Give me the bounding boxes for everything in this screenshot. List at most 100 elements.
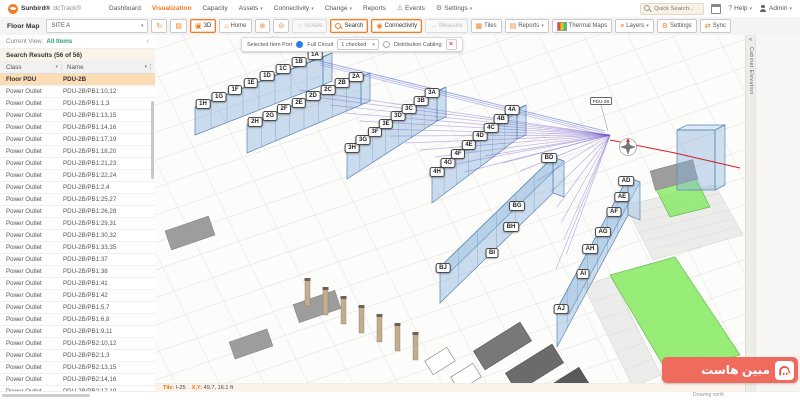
user-menu[interactable]: Admin ▾ — [759, 4, 792, 13]
nav-item-settings[interactable]: ⚙ Settings ▾ — [436, 5, 472, 12]
isolate-button[interactable]: ◇ Isolate — [292, 19, 328, 33]
rack-label-aj[interactable]: AJ — [553, 304, 569, 314]
collapse-sidebar-icon[interactable]: ‹ — [147, 38, 149, 45]
rack-label-2f[interactable]: 2F — [276, 104, 292, 114]
refresh-button[interactable]: ↻ — [151, 19, 168, 33]
nav-item-change[interactable]: Change ▾ — [325, 5, 352, 12]
nav-item-assets[interactable]: Assets ▾ — [239, 5, 263, 12]
quick-search-input[interactable] — [652, 4, 701, 13]
rack-label-4e[interactable]: 4E — [461, 140, 477, 150]
rack-label-2d[interactable]: 2D — [305, 91, 321, 101]
brand[interactable]: Sunbird® dcTrack® — [0, 3, 91, 14]
rack-label-4a[interactable]: 4A — [504, 105, 520, 115]
rack-label-ae[interactable]: AE — [614, 192, 630, 202]
table-row[interactable]: Power Outlet PDU-2B/PB1:18,20 — [0, 146, 155, 158]
rack-label-ai[interactable]: AI — [576, 269, 590, 279]
table-row[interactable]: Power Outlet PDU-2B/PB1:2,4 — [0, 182, 155, 194]
table-row[interactable]: Power Outlet PDU-2B/PB1:14,16 — [0, 122, 155, 134]
filter-caret-icon[interactable]: ▾ — [55, 64, 58, 71]
rack-label-4h[interactable]: 4H — [429, 167, 445, 177]
expand-panel-icon[interactable]: « — [746, 37, 755, 43]
full-circuit-radio[interactable] — [296, 41, 304, 48]
rack-label-bd[interactable]: BD — [541, 153, 557, 163]
help-menu[interactable]: ? Help ▾ — [728, 5, 752, 12]
table-row[interactable]: Power Outlet PDU-2B/PB2:14,16 — [0, 374, 155, 386]
column-class[interactable]: Class ▾ — [0, 64, 62, 71]
table-row[interactable]: Power Outlet PDU-2B/PB1:41 — [0, 278, 155, 290]
sync-button[interactable]: ⇄ Sync — [699, 19, 731, 33]
rack-label-ad[interactable]: AD — [618, 176, 634, 186]
nav-item-visualization[interactable]: Visualization — [152, 5, 192, 12]
table-row[interactable]: Power Outlet PDU-2B/PB1:9,11 — [0, 326, 155, 338]
rack-label-1b[interactable]: 1B — [291, 57, 307, 67]
table-row[interactable]: Power Outlet PDU-2B/PB1:33,35 — [0, 242, 155, 254]
home-button[interactable]: ⌂ Home — [219, 19, 252, 33]
layers-button[interactable]: ≡ Layers ▾ — [615, 19, 654, 33]
close-icon[interactable]: × — [445, 39, 457, 50]
thermal-maps-button[interactable]: Thermal Maps — [551, 19, 613, 33]
column-name[interactable]: Name ▾ — [62, 64, 155, 71]
table-row[interactable]: Power Outlet PDU-2B/PB1:10,12 — [0, 86, 155, 98]
table-row[interactable]: Power Outlet PDU-2B/PB1:42 — [0, 290, 155, 302]
table-row[interactable]: Power Outlet PDU-2B/PB1:22,24 — [0, 170, 155, 182]
site-selector[interactable]: SITE A ▾ — [46, 19, 149, 33]
rack-label-4b[interactable]: 4B — [493, 114, 509, 124]
quick-search[interactable] — [640, 2, 705, 15]
nav-item-dashboard[interactable]: Dashboard — [109, 5, 141, 12]
rack-label-4c[interactable]: 4C — [483, 123, 499, 133]
table-row[interactable]: Power Outlet PDU-2B/PB1:21,23 — [0, 158, 155, 170]
rack-label-2c[interactable]: 2C — [320, 85, 336, 95]
rack-label-1g[interactable]: 1G — [211, 92, 227, 102]
sidebar-horizontal-scrollbar[interactable] — [2, 394, 90, 397]
nav-item-reports[interactable]: Reports — [363, 5, 386, 12]
nav-item-capacity[interactable]: Capacity — [202, 5, 227, 12]
floor-map-canvas[interactable]: 1H 1G 1F 1E 1D 1C 1B 1A 2H 2G 2F 2E 2D 2C 2B 2A 3H 3G 3F 3E… — [155, 35, 745, 392]
cabinet-elevation-tab[interactable]: « Cabinet Elevation — [745, 35, 756, 392]
nav-item-events[interactable]: ⚠ Events — [397, 5, 425, 12]
rack-label-bg[interactable]: BG — [509, 201, 525, 211]
rack-label-bj[interactable]: BJ — [435, 263, 451, 273]
rack-label-4f[interactable]: 4F — [450, 149, 466, 159]
rack-label-3a[interactable]: 3A — [424, 88, 440, 98]
rack-label-2e[interactable]: 2E — [291, 98, 307, 108]
measure-button[interactable]: ↔ Measure — [425, 19, 468, 33]
rack-label-af[interactable]: AF — [606, 207, 622, 217]
rack-label-2g[interactable]: 2G — [262, 111, 278, 121]
calendar-icon[interactable] — [711, 3, 722, 14]
rack-label-2a[interactable]: 2A — [348, 72, 364, 82]
table-row[interactable]: Power Outlet PDU-2B/PB1:6,8 — [0, 314, 155, 326]
reports-button[interactable]: ▤ Reports ▾ — [504, 19, 549, 33]
search-button[interactable]: Search — [330, 19, 369, 33]
rack-label-1e[interactable]: 1E — [243, 78, 259, 88]
table-row[interactable]: Power Outlet PDU-2B/PB1:29,31 — [0, 218, 155, 230]
table-row[interactable]: Power Outlet PDU-2B/PB1:38 — [0, 266, 155, 278]
table-row[interactable]: Power Outlet PDU-2B/PB1:1,3 — [0, 98, 155, 110]
connectivity-button[interactable]: ◉ Connectivity — [371, 19, 423, 33]
rack-label-1c[interactable]: 1C — [275, 64, 291, 74]
zoom-out-button[interactable]: ⊖ — [273, 19, 290, 33]
table-row[interactable]: Power Outlet PDU-2B/PB1:25,27 — [0, 194, 155, 206]
table-row[interactable]: Power Outlet PDU-2B/PB2:1,3 — [0, 350, 155, 362]
rack-label-bi[interactable]: BI — [485, 248, 499, 258]
distribution-cabling-radio[interactable] — [382, 41, 390, 48]
table-row[interactable]: Power Outlet PDU-2B/PB2:10,12 — [0, 338, 155, 350]
3d-button[interactable]: ▣ 3D — [189, 19, 217, 33]
rack-label-bh[interactable]: BH — [503, 222, 519, 232]
rack-label-1d[interactable]: 1D — [259, 71, 275, 81]
table-row[interactable]: Power Outlet PDU-2B/PB1:37 — [0, 254, 155, 266]
rack-label-1h[interactable]: 1H — [195, 99, 211, 109]
rack-label-2b[interactable]: 2B — [334, 78, 350, 88]
current-view-value[interactable]: All Items — [46, 38, 72, 45]
table-row[interactable]: Power Outlet PDU-2B/PB1:26,28 — [0, 206, 155, 218]
nav-item-connectivity[interactable]: Connectivity ▾ — [274, 5, 314, 12]
checked-dropdown[interactable]: 1 checked ▾ — [337, 39, 379, 50]
rack-label-ah[interactable]: AH — [582, 244, 598, 254]
table-row[interactable]: Power Outlet PDU-2B/PB1:13,15 — [0, 110, 155, 122]
rack-label-4g[interactable]: 4G — [440, 158, 456, 168]
grid-menu-icon[interactable]: ⋮ — [147, 63, 154, 71]
sidebar-vertical-scrollbar[interactable] — [151, 101, 154, 179]
print-button[interactable]: ▤ — [170, 19, 187, 33]
tiles-button[interactable]: ▦ Tiles — [470, 19, 502, 33]
table-row[interactable]: Power Outlet PDU-2B/PB1:17,19 — [0, 134, 155, 146]
table-row[interactable]: Power Outlet PDU-2B/PB1:5,7 — [0, 302, 155, 314]
